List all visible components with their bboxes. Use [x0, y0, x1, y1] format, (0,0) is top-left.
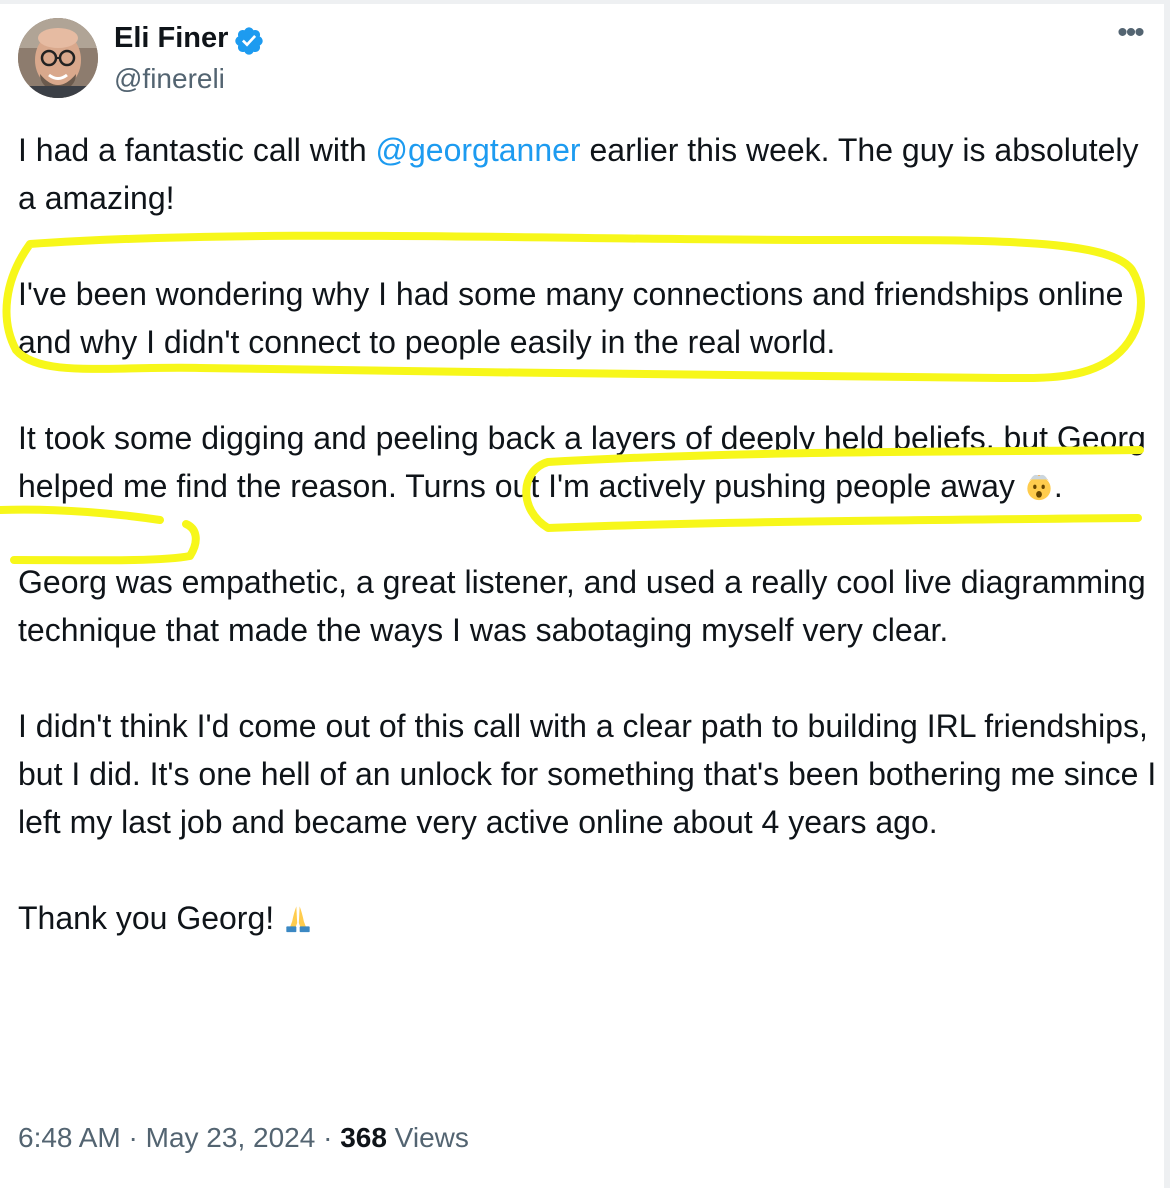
author-avatar[interactable]	[18, 18, 98, 98]
tweet-paragraph-3: It took some digging and peeling back a …	[18, 414, 1158, 510]
verified-badge-icon	[235, 27, 263, 55]
meta-separator: ·	[315, 1122, 341, 1153]
frame-top-border	[0, 0, 1170, 4]
avatar-photo	[18, 18, 98, 98]
tweet-metadata: 6:48 AM · May 23, 2024 · 368 Views	[18, 1118, 469, 1158]
text-span: I had a fantastic call with	[18, 132, 376, 168]
author-handle[interactable]: @finereli	[114, 62, 225, 96]
more-options-button[interactable]: •••	[1108, 18, 1152, 52]
tweet-paragraph-4: Georg was empathetic, a great listener, …	[18, 564, 1146, 648]
tweet-paragraph-6: Thank you Georg!	[18, 894, 1158, 942]
meta-separator: ·	[120, 1122, 146, 1153]
text-span: It took some digging and peeling back a …	[18, 420, 1146, 504]
text-span: .	[1053, 468, 1063, 504]
tweet-date[interactable]: May 23, 2024	[146, 1122, 316, 1153]
tweet-time[interactable]: 6:48 AM	[18, 1122, 121, 1153]
author-name[interactable]: Eli Finer	[114, 20, 228, 56]
folded-hands-emoji	[286, 906, 310, 933]
frame-right-border	[1164, 0, 1170, 1188]
tweet-paragraph-2: I've been wondering why I had some many …	[18, 276, 1124, 360]
tweet-text: I had a fantastic call with @georgtanner…	[18, 126, 1158, 990]
tweet-paragraph-1: I had a fantastic call with @georgtanner…	[18, 126, 1158, 222]
mention-link[interactable]: @georgtanner	[376, 132, 581, 168]
exploding-head-emoji	[1027, 474, 1051, 501]
views-label: Views	[386, 1122, 469, 1153]
tweet-paragraph-5: I didn't think I'd come out of this call…	[18, 708, 1157, 840]
text-span: Thank you Georg!	[18, 900, 284, 936]
views-count: 368	[340, 1122, 387, 1153]
